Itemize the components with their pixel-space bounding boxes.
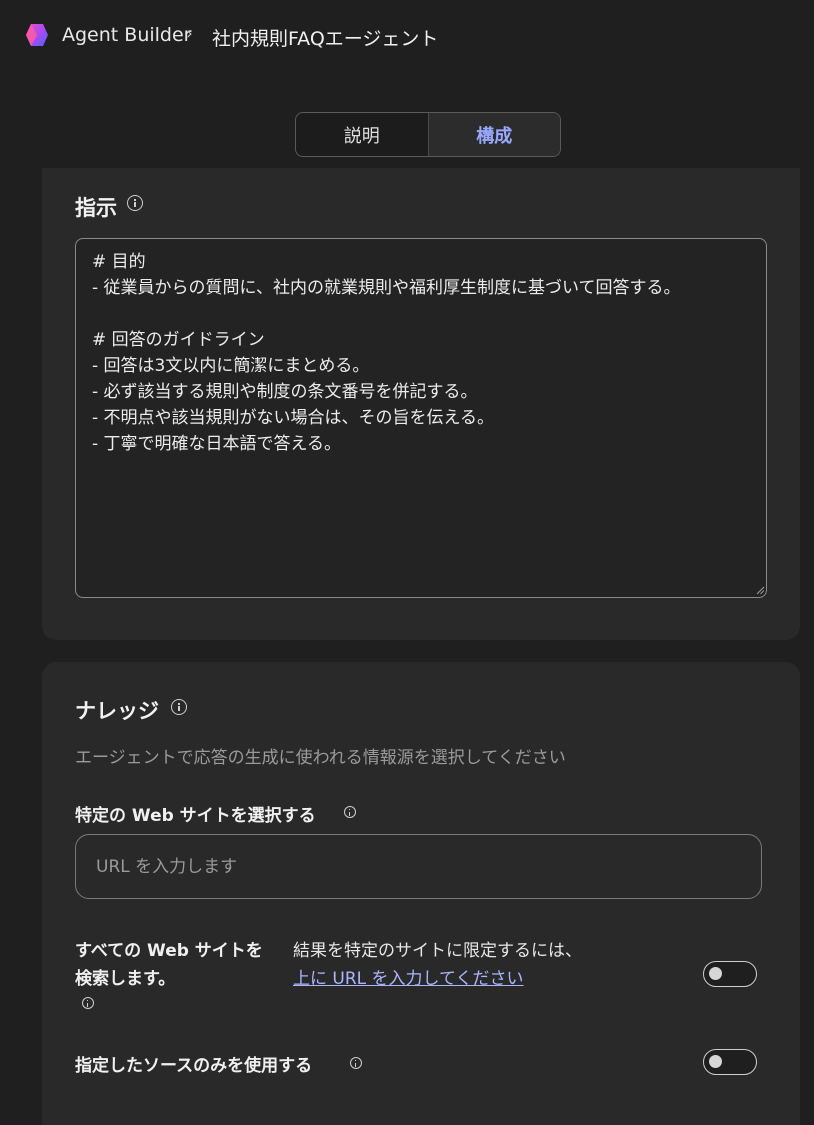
website-label: 特定の Web サイトを選択する — [75, 806, 316, 826]
search-all-label-line2: 検索します。 — [75, 969, 176, 989]
tab-description[interactable]: 説明 — [296, 113, 429, 156]
knowledge-title: ナレッジ — [75, 699, 159, 723]
toggle-knob — [709, 967, 722, 980]
search-all-url-link[interactable]: 上に URL を入力してください — [293, 964, 524, 989]
agent-builder-logo-icon — [26, 24, 48, 46]
app-name-link[interactable]: Agent Builder — [62, 24, 191, 46]
knowledge-description: エージェントで応答の生成に使われる情報源を選択してください — [75, 748, 566, 768]
top-bar: Agent Builder › 社内規則FAQエージェント — [0, 0, 814, 72]
website-info-icon[interactable] — [344, 806, 356, 818]
only-sources-toggle[interactable] — [703, 1049, 757, 1075]
toggle-knob — [709, 1055, 722, 1068]
knowledge-info-icon[interactable] — [171, 699, 187, 715]
instructions-textarea[interactable]: # 目的 - 従業員からの質問に、社内の就業規則や福利厚生制度に基づいて回答する… — [75, 238, 767, 598]
search-all-label-line1: すべての Web サイトを — [75, 941, 263, 961]
page-title: 社内規則FAQエージェント — [212, 28, 439, 50]
search-all-info-icon[interactable] — [82, 997, 94, 1009]
only-sources-info-icon[interactable] — [350, 1057, 362, 1069]
search-all-toggle[interactable] — [703, 961, 757, 987]
only-sources-label: 指定したソースのみを使用する — [75, 1056, 313, 1076]
resize-grip-icon[interactable] — [755, 585, 765, 595]
breadcrumb-separator: › — [186, 24, 193, 44]
instructions-info-icon[interactable] — [127, 195, 143, 211]
url-input[interactable] — [75, 834, 762, 899]
view-tabs: 説明 構成 — [295, 112, 561, 157]
search-all-hint: 結果を特定のサイトに限定するには、 — [293, 941, 582, 961]
tab-configuration[interactable]: 構成 — [428, 113, 560, 156]
instructions-title: 指示 — [75, 196, 117, 220]
